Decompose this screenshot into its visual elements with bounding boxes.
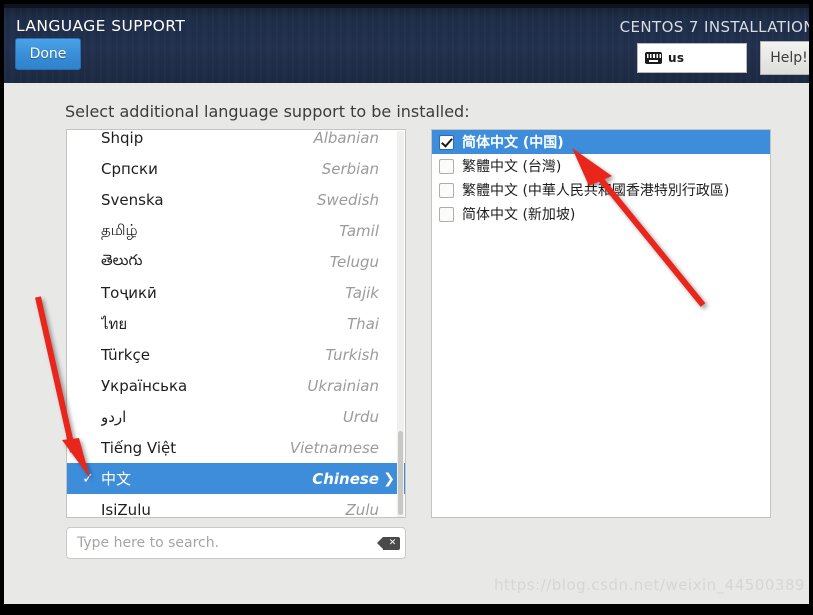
language-row[interactable]: Türkçe Turkish: [67, 339, 405, 370]
language-english-name: Urdu: [342, 407, 379, 426]
help-button[interactable]: Help!: [760, 41, 809, 75]
locale-row[interactable]: 简体中文 (新加坡): [432, 202, 770, 226]
language-english-name: Swedish: [316, 190, 379, 209]
language-english-name: Thai: [346, 314, 379, 333]
language-native-name: Тоҷикӣ: [101, 283, 157, 302]
language-row[interactable]: اردو Urdu: [67, 401, 405, 432]
installer-header: LANGUAGE SUPPORT CENTOS 7 INSTALLATION D…: [4, 4, 809, 83]
language-english-name: Albanian: [313, 129, 379, 147]
locale-row[interactable]: 繁體中文 (台灣): [432, 154, 770, 178]
header-top-edge: [4, 4, 809, 8]
language-native-name: Türkçe: [101, 345, 150, 364]
language-row[interactable]: தமிழ் Tamil: [67, 215, 405, 246]
chevron-right-icon: ❯: [383, 470, 395, 487]
language-row[interactable]: IsiZulu Zulu: [67, 494, 405, 518]
language-row[interactable]: Тоҷикӣ Tajik: [67, 277, 405, 308]
watermark-text: https://blog.csdn.net/weixin_44500389: [493, 576, 805, 594]
language-row[interactable]: Српски Serbian: [67, 153, 405, 184]
language-row[interactable]: ไทย Thai: [67, 308, 405, 339]
language-row[interactable]: Українська Ukrainian: [67, 370, 405, 401]
language-english-name: Zulu: [345, 500, 379, 518]
checkbox-unchecked[interactable]: [439, 182, 454, 198]
language-native-name: Српски: [101, 159, 158, 178]
installer-body: Select additional language support to be…: [4, 83, 809, 604]
checkbox-unchecked[interactable]: [439, 206, 454, 222]
search-box[interactable]: ✕: [66, 527, 406, 559]
language-english-name: Ukrainian: [307, 376, 379, 395]
language-native-name: தமிழ்: [101, 220, 138, 239]
language-native-name: Tiếng Việt: [101, 438, 177, 457]
locale-row[interactable]: 繁體中文 (中華人民共和國香港特別行政區): [432, 178, 770, 202]
keyboard-layout-label: us: [668, 51, 685, 65]
locale-label: 繁體中文 (台灣): [462, 159, 562, 175]
language-list[interactable]: Shqip Albanian Српски Serbian Svenska Swedish…: [66, 129, 406, 518]
clear-backspace-icon: ✕: [376, 536, 400, 550]
language-list-scrollbar[interactable]: [397, 131, 404, 517]
instruction-text: Select additional language support to be…: [65, 102, 470, 121]
language-row[interactable]: Tiếng Việt Vietnamese: [67, 432, 405, 463]
language-row[interactable]: తెలుగు Telugu: [67, 246, 405, 277]
installer-window: LANGUAGE SUPPORT CENTOS 7 INSTALLATION D…: [4, 4, 809, 604]
language-native-name: Українська: [101, 376, 188, 395]
language-english-name: Chinese: [312, 469, 379, 488]
locale-list[interactable]: 简体中文 (中国) 繁體中文 (台灣) 繁體中文 (中華人民共和國香港特別行政區) 简…: [431, 129, 771, 518]
done-button-label: Done: [29, 46, 67, 62]
language-list-viewport: Shqip Albanian Српски Serbian Svenska Swedish…: [67, 129, 405, 518]
page-title: LANGUAGE SUPPORT: [16, 17, 186, 35]
language-english-name: Vietnamese: [289, 438, 379, 457]
checkbox-checked[interactable]: [439, 134, 454, 150]
check-icon: ✓: [82, 470, 94, 487]
language-english-name: Tajik: [345, 283, 379, 302]
locale-label: 简体中文 (新加坡): [462, 207, 576, 223]
clear-search-button[interactable]: ✕: [376, 528, 405, 558]
language-english-name: Tamil: [339, 221, 379, 240]
language-english-name: Turkish: [325, 345, 379, 364]
locale-label: 繁體中文 (中華人民共和國香港特別行政區): [462, 183, 730, 199]
language-row[interactable]: Shqip Albanian: [67, 129, 405, 153]
help-button-label: Help!: [770, 50, 808, 66]
language-row[interactable]: ✓ 中文 Chinese ❯: [67, 463, 405, 494]
product-title: CENTOS 7 INSTALLATION: [619, 18, 809, 36]
checkbox-unchecked[interactable]: [439, 158, 454, 174]
keyboard-icon: [645, 52, 662, 64]
language-native-name: ไทย: [101, 314, 128, 333]
keyboard-layout-indicator[interactable]: us: [637, 43, 747, 73]
locale-row[interactable]: 简体中文 (中国): [432, 130, 770, 154]
language-english-name: Telugu: [329, 252, 379, 271]
scrollbar-thumb[interactable]: [398, 431, 403, 515]
language-native-name: తెలుగు: [101, 250, 143, 269]
language-native-name: Shqip: [101, 129, 144, 147]
done-button[interactable]: Done: [15, 38, 81, 70]
search-input[interactable]: [67, 535, 377, 551]
language-native-name: Svenska: [101, 190, 164, 209]
language-native-name: اردو: [101, 407, 127, 426]
language-native-name: 中文: [101, 470, 132, 488]
language-native-name: IsiZulu: [101, 500, 151, 518]
installer-screen: LANGUAGE SUPPORT CENTOS 7 INSTALLATION D…: [0, 0, 813, 615]
locale-label: 简体中文 (中国): [462, 135, 564, 151]
language-row[interactable]: Svenska Swedish: [67, 184, 405, 215]
language-english-name: Serbian: [321, 159, 379, 178]
